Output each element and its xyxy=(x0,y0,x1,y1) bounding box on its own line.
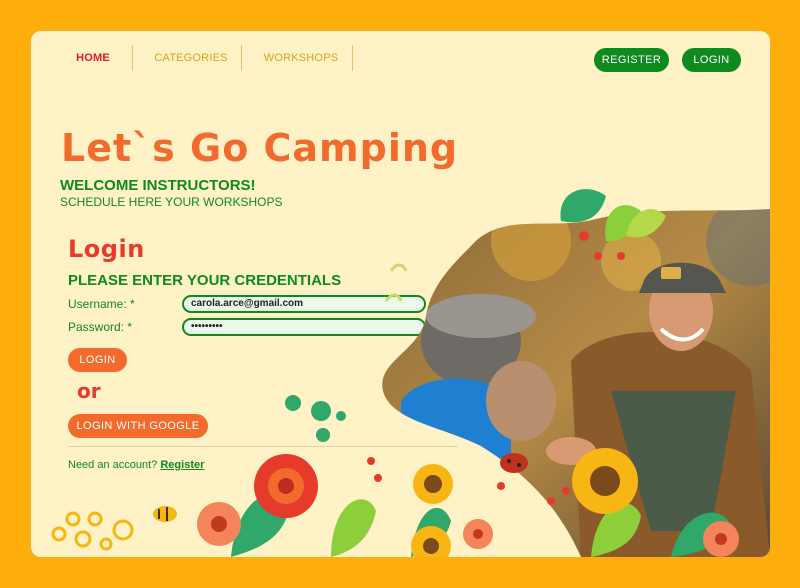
tab-home[interactable]: HOME xyxy=(61,45,125,71)
login-with-google-button[interactable]: LOGIN WITH GOOGLE xyxy=(68,414,208,438)
camping-instructor-photo xyxy=(382,209,770,557)
password-label: Password: * xyxy=(68,320,133,334)
welcome-subtitle: SCHEDULE HERE YOUR WORKSHOPS xyxy=(60,195,283,209)
welcome-heading: WELCOME INSTRUCTORS! xyxy=(60,177,256,194)
need-account-text: Need an account? Register xyxy=(68,459,204,471)
login-nav-button[interactable]: LOGIN xyxy=(682,48,741,72)
username-label: Username: * xyxy=(68,297,135,311)
tab-categories[interactable]: CATEGORIES xyxy=(141,45,241,71)
page-title: Let`s Go Camping xyxy=(61,126,459,170)
need-account-label: Need an account? xyxy=(68,459,158,471)
login-heading: Login xyxy=(68,235,145,263)
credentials-prompt: PLEASE ENTER YOUR CREDENTIALS xyxy=(68,272,342,289)
login-button[interactable]: LOGIN xyxy=(68,348,127,372)
register-link[interactable]: Register xyxy=(160,459,204,471)
tab-workshops[interactable]: WORKSHOPS xyxy=(251,45,351,71)
or-text: or xyxy=(77,379,101,403)
nav-divider xyxy=(132,45,133,71)
register-button[interactable]: REGISTER xyxy=(594,48,669,72)
nav-divider xyxy=(241,45,242,71)
nav-divider xyxy=(352,45,353,71)
main-card: HOME CATEGORIES WORKSHOPS REGISTER LOGIN… xyxy=(31,31,770,557)
